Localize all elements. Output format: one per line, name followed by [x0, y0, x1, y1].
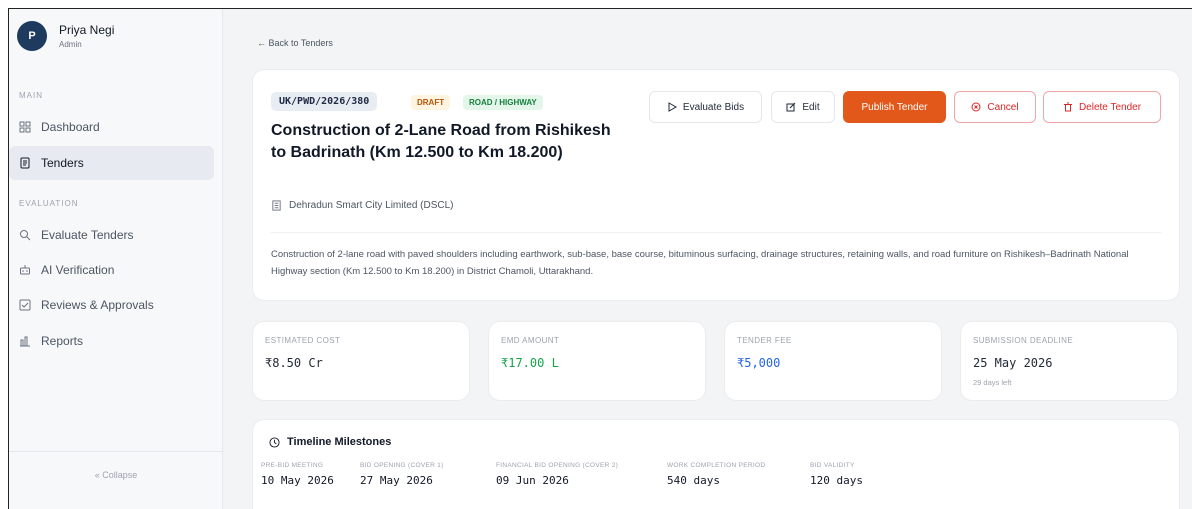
- cancel-button[interactable]: Cancel: [954, 91, 1036, 123]
- user-role: Admin: [59, 40, 82, 49]
- sidebar-item-ai-verification[interactable]: AI Verification: [9, 253, 214, 287]
- publish-tender-button[interactable]: Publish Tender: [843, 91, 946, 123]
- search-icon: [20, 230, 31, 241]
- milestone-value: 540 days: [667, 474, 720, 487]
- sidebar-item-reports[interactable]: Reports: [9, 324, 214, 358]
- grid-icon: [19, 121, 31, 133]
- back-link[interactable]: ← Back to Tenders: [257, 38, 333, 48]
- trash-icon: [1063, 102, 1072, 112]
- timeline-title: Timeline Milestones: [287, 436, 392, 448]
- stat-card-estimated-cost: ESTIMATED COST ₹8.50 Cr: [252, 321, 470, 401]
- sidebar: P Priya Negi Admin MAIN Dashboard Tender…: [9, 9, 223, 509]
- milestone-bid-validity: BID VALIDITY 120 days: [810, 462, 863, 487]
- edit-label: Edit: [802, 101, 820, 113]
- collapse-label: « Collapse: [94, 470, 138, 480]
- robot-icon: [20, 265, 30, 275]
- sidebar-item-label: AI Verification: [41, 263, 115, 277]
- stat-value: ₹5,000: [737, 356, 781, 370]
- tender-card: UK/PWD/2026/380 DRAFT ROAD / HIGHWAY Con…: [252, 69, 1180, 301]
- stat-card-tender-fee: TENDER FEE ₹5,000: [724, 321, 942, 401]
- page-title: Construction of 2-Lane Road from Rishike…: [271, 122, 611, 161]
- collapse-button[interactable]: « Collapse: [9, 451, 223, 509]
- checklist-icon: [19, 299, 31, 311]
- organization-name: Dehradun Smart City Limited (DSCL): [289, 200, 454, 211]
- milestone-label: PRE-BID MEETING: [261, 462, 324, 469]
- stat-value: ₹8.50 Cr: [265, 356, 323, 370]
- organization: Dehradun Smart City Limited (DSCL): [271, 200, 454, 211]
- milestone-financial-bid-opening: FINANCIAL BID OPENING (COVER 2) 09 Jun 2…: [496, 462, 618, 487]
- stat-card-emd-amount: EMD AMOUNT ₹17.00 L: [488, 321, 706, 401]
- milestone-label: BID OPENING (COVER 1): [360, 462, 444, 469]
- cancel-circle-icon: [971, 102, 981, 112]
- sidebar-item-reviews-approvals[interactable]: Reviews & Approvals: [9, 288, 214, 322]
- category-badge: ROAD / HIGHWAY: [463, 95, 543, 110]
- milestone-value: 120 days: [810, 474, 863, 487]
- tender-reference: UK/PWD/2026/380: [271, 92, 378, 111]
- sidebar-item-dashboard[interactable]: Dashboard: [9, 110, 214, 144]
- milestone-bid-opening: BID OPENING (COVER 1) 27 May 2026: [360, 462, 444, 487]
- milestone-label: FINANCIAL BID OPENING (COVER 2): [496, 462, 619, 469]
- stat-value: ₹17.00 L: [501, 356, 559, 370]
- avatar: P: [17, 21, 47, 51]
- stat-card-submission-deadline: SUBMISSION DEADLINE 25 May 2026 29 days …: [960, 321, 1178, 401]
- sidebar-item-label: Tenders: [41, 156, 84, 170]
- delete-tender-button[interactable]: Delete Tender: [1043, 91, 1161, 123]
- status-badge: DRAFT: [411, 95, 451, 110]
- milestone-value: 27 May 2026: [360, 474, 433, 487]
- building-icon: [272, 200, 281, 211]
- sidebar-item-label: Dashboard: [41, 120, 100, 134]
- edit-icon: [786, 102, 796, 112]
- stat-label: TENDER FEE: [737, 336, 792, 345]
- edit-button[interactable]: Edit: [771, 91, 835, 123]
- evaluate-bids-button[interactable]: Evaluate Bids: [649, 91, 762, 123]
- sidebar-item-label: Reviews & Approvals: [41, 298, 154, 312]
- sidebar-item-tenders[interactable]: Tenders: [9, 146, 214, 180]
- milestone-pre-bid-meeting: PRE-BID MEETING 10 May 2026: [261, 462, 334, 487]
- document-icon: [20, 157, 30, 169]
- milestone-label: BID VALIDITY: [810, 462, 855, 469]
- evaluate-bids-label: Evaluate Bids: [682, 101, 745, 113]
- user-name: Priya Negi: [59, 23, 115, 37]
- divider: [271, 232, 1161, 233]
- delete-tender-label: Delete Tender: [1078, 101, 1142, 113]
- sidebar-item-evaluate-tenders[interactable]: Evaluate Tenders: [9, 218, 214, 252]
- milestone-label: WORK COMPLETION PERIOD: [667, 462, 766, 469]
- stat-label: ESTIMATED COST: [265, 336, 341, 345]
- tender-description: Construction of 2-lane road with paved s…: [271, 249, 1129, 277]
- milestone-value: 10 May 2026: [261, 474, 334, 487]
- section-label-evaluation: EVALUATION: [19, 199, 79, 208]
- stat-value: 25 May 2026: [973, 356, 1053, 370]
- app-frame: P Priya Negi Admin MAIN Dashboard Tender…: [8, 8, 1192, 509]
- timeline-header: Timeline Milestones: [269, 436, 391, 448]
- milestone-work-completion-period: WORK COMPLETION PERIOD 540 days: [667, 462, 765, 487]
- stat-label: EMD AMOUNT: [501, 336, 560, 345]
- timeline-card: Timeline Milestones PRE-BID MEETING 10 M…: [252, 419, 1180, 509]
- sidebar-item-label: Reports: [41, 334, 84, 348]
- section-label-main: MAIN: [19, 91, 43, 100]
- user-profile[interactable]: P Priya Negi Admin: [17, 21, 114, 51]
- milestone-value: 09 Jun 2026: [496, 474, 569, 487]
- clock-icon: [269, 436, 280, 448]
- stat-label: SUBMISSION DEADLINE: [973, 336, 1074, 345]
- bar-chart-icon: [20, 336, 30, 347]
- play-icon: [668, 102, 677, 112]
- publish-tender-label: Publish Tender: [861, 101, 928, 113]
- days-left: 29 days left: [973, 378, 1012, 387]
- cancel-label: Cancel: [987, 101, 1019, 113]
- sidebar-item-label: Evaluate Tenders: [41, 228, 134, 242]
